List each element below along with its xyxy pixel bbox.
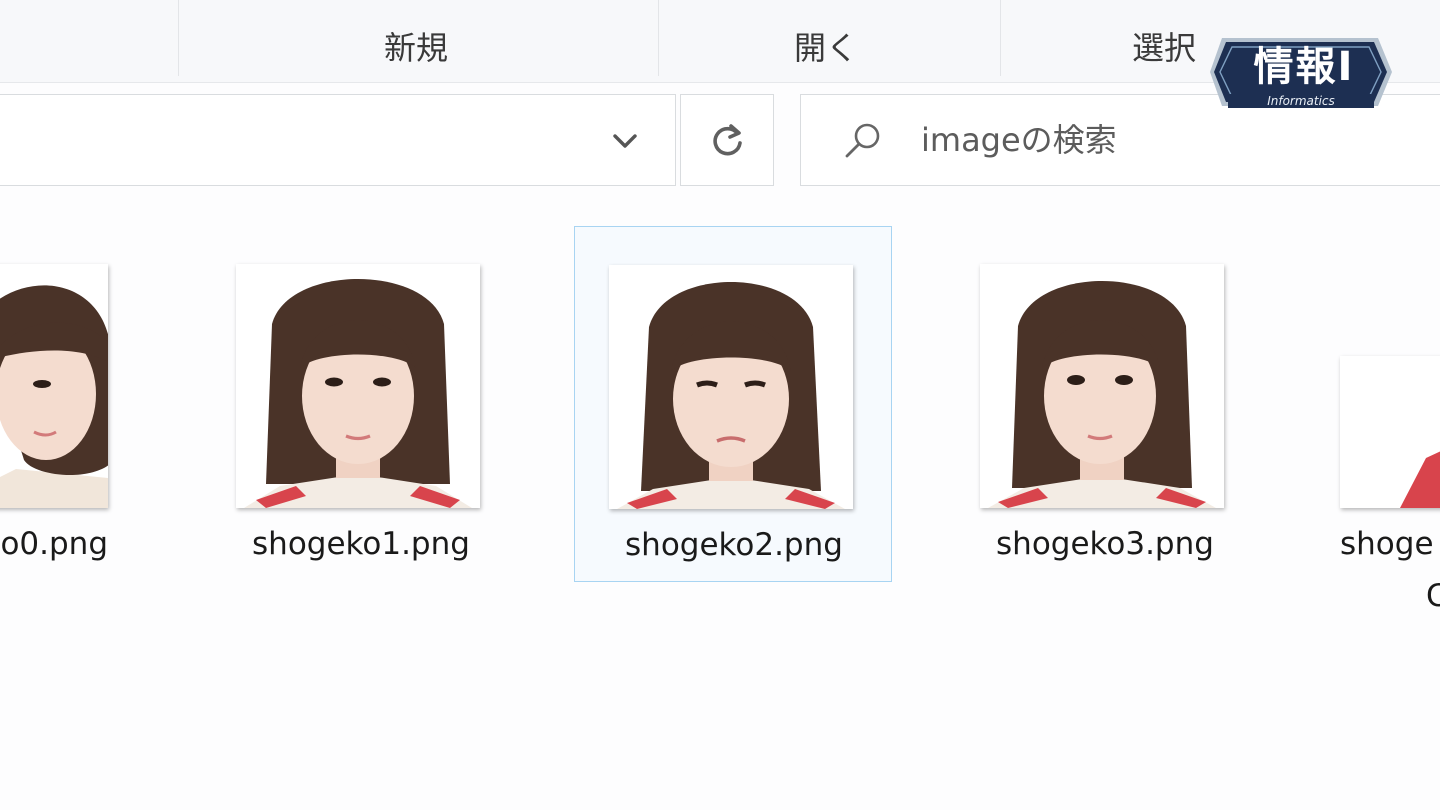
ribbon-separator — [178, 0, 179, 76]
ribbon-separator — [1000, 0, 1001, 76]
image-thumbnail — [0, 264, 108, 508]
file-name-continuation: C — [1426, 578, 1440, 614]
logo-subtitle: Informatics — [1228, 94, 1374, 108]
chevron-down-icon[interactable] — [605, 121, 645, 161]
ribbon-separator — [658, 0, 659, 76]
image-thumbnail — [980, 264, 1224, 508]
refresh-button[interactable] — [680, 94, 774, 186]
image-thumbnail — [609, 265, 853, 509]
file-item-selected[interactable]: shogeko2.png — [574, 226, 892, 582]
image-thumbnail — [1340, 356, 1440, 508]
informatics-logo: 情報Ⅰ Informatics — [1208, 34, 1394, 114]
select-button[interactable]: 選択 — [1104, 26, 1224, 70]
address-bar[interactable] — [0, 94, 676, 186]
file-item[interactable]: shogeko3.png — [946, 226, 1264, 582]
refresh-icon — [713, 124, 742, 156]
search-icon — [845, 123, 880, 158]
search-input[interactable] — [921, 117, 1421, 163]
file-explorer-window: 新規 開く 選択 情報Ⅰ Informatics — [0, 0, 1440, 810]
file-name: shogeko2.png — [625, 527, 843, 563]
file-name: o0.png — [0, 526, 108, 562]
file-name: shogeko1.png — [252, 526, 470, 562]
file-item[interactable]: shoge C — [1306, 226, 1440, 614]
file-name: shoge — [1340, 526, 1434, 562]
file-name: shogeko3.png — [996, 526, 1214, 562]
logo-title: 情報Ⅰ — [1253, 44, 1355, 90]
file-item[interactable]: o0.png — [0, 226, 148, 582]
image-thumbnail — [236, 264, 480, 508]
open-button[interactable]: 開く — [766, 26, 886, 70]
file-item[interactable]: shogeko1.png — [202, 226, 520, 582]
new-button[interactable]: 新規 — [356, 26, 476, 70]
